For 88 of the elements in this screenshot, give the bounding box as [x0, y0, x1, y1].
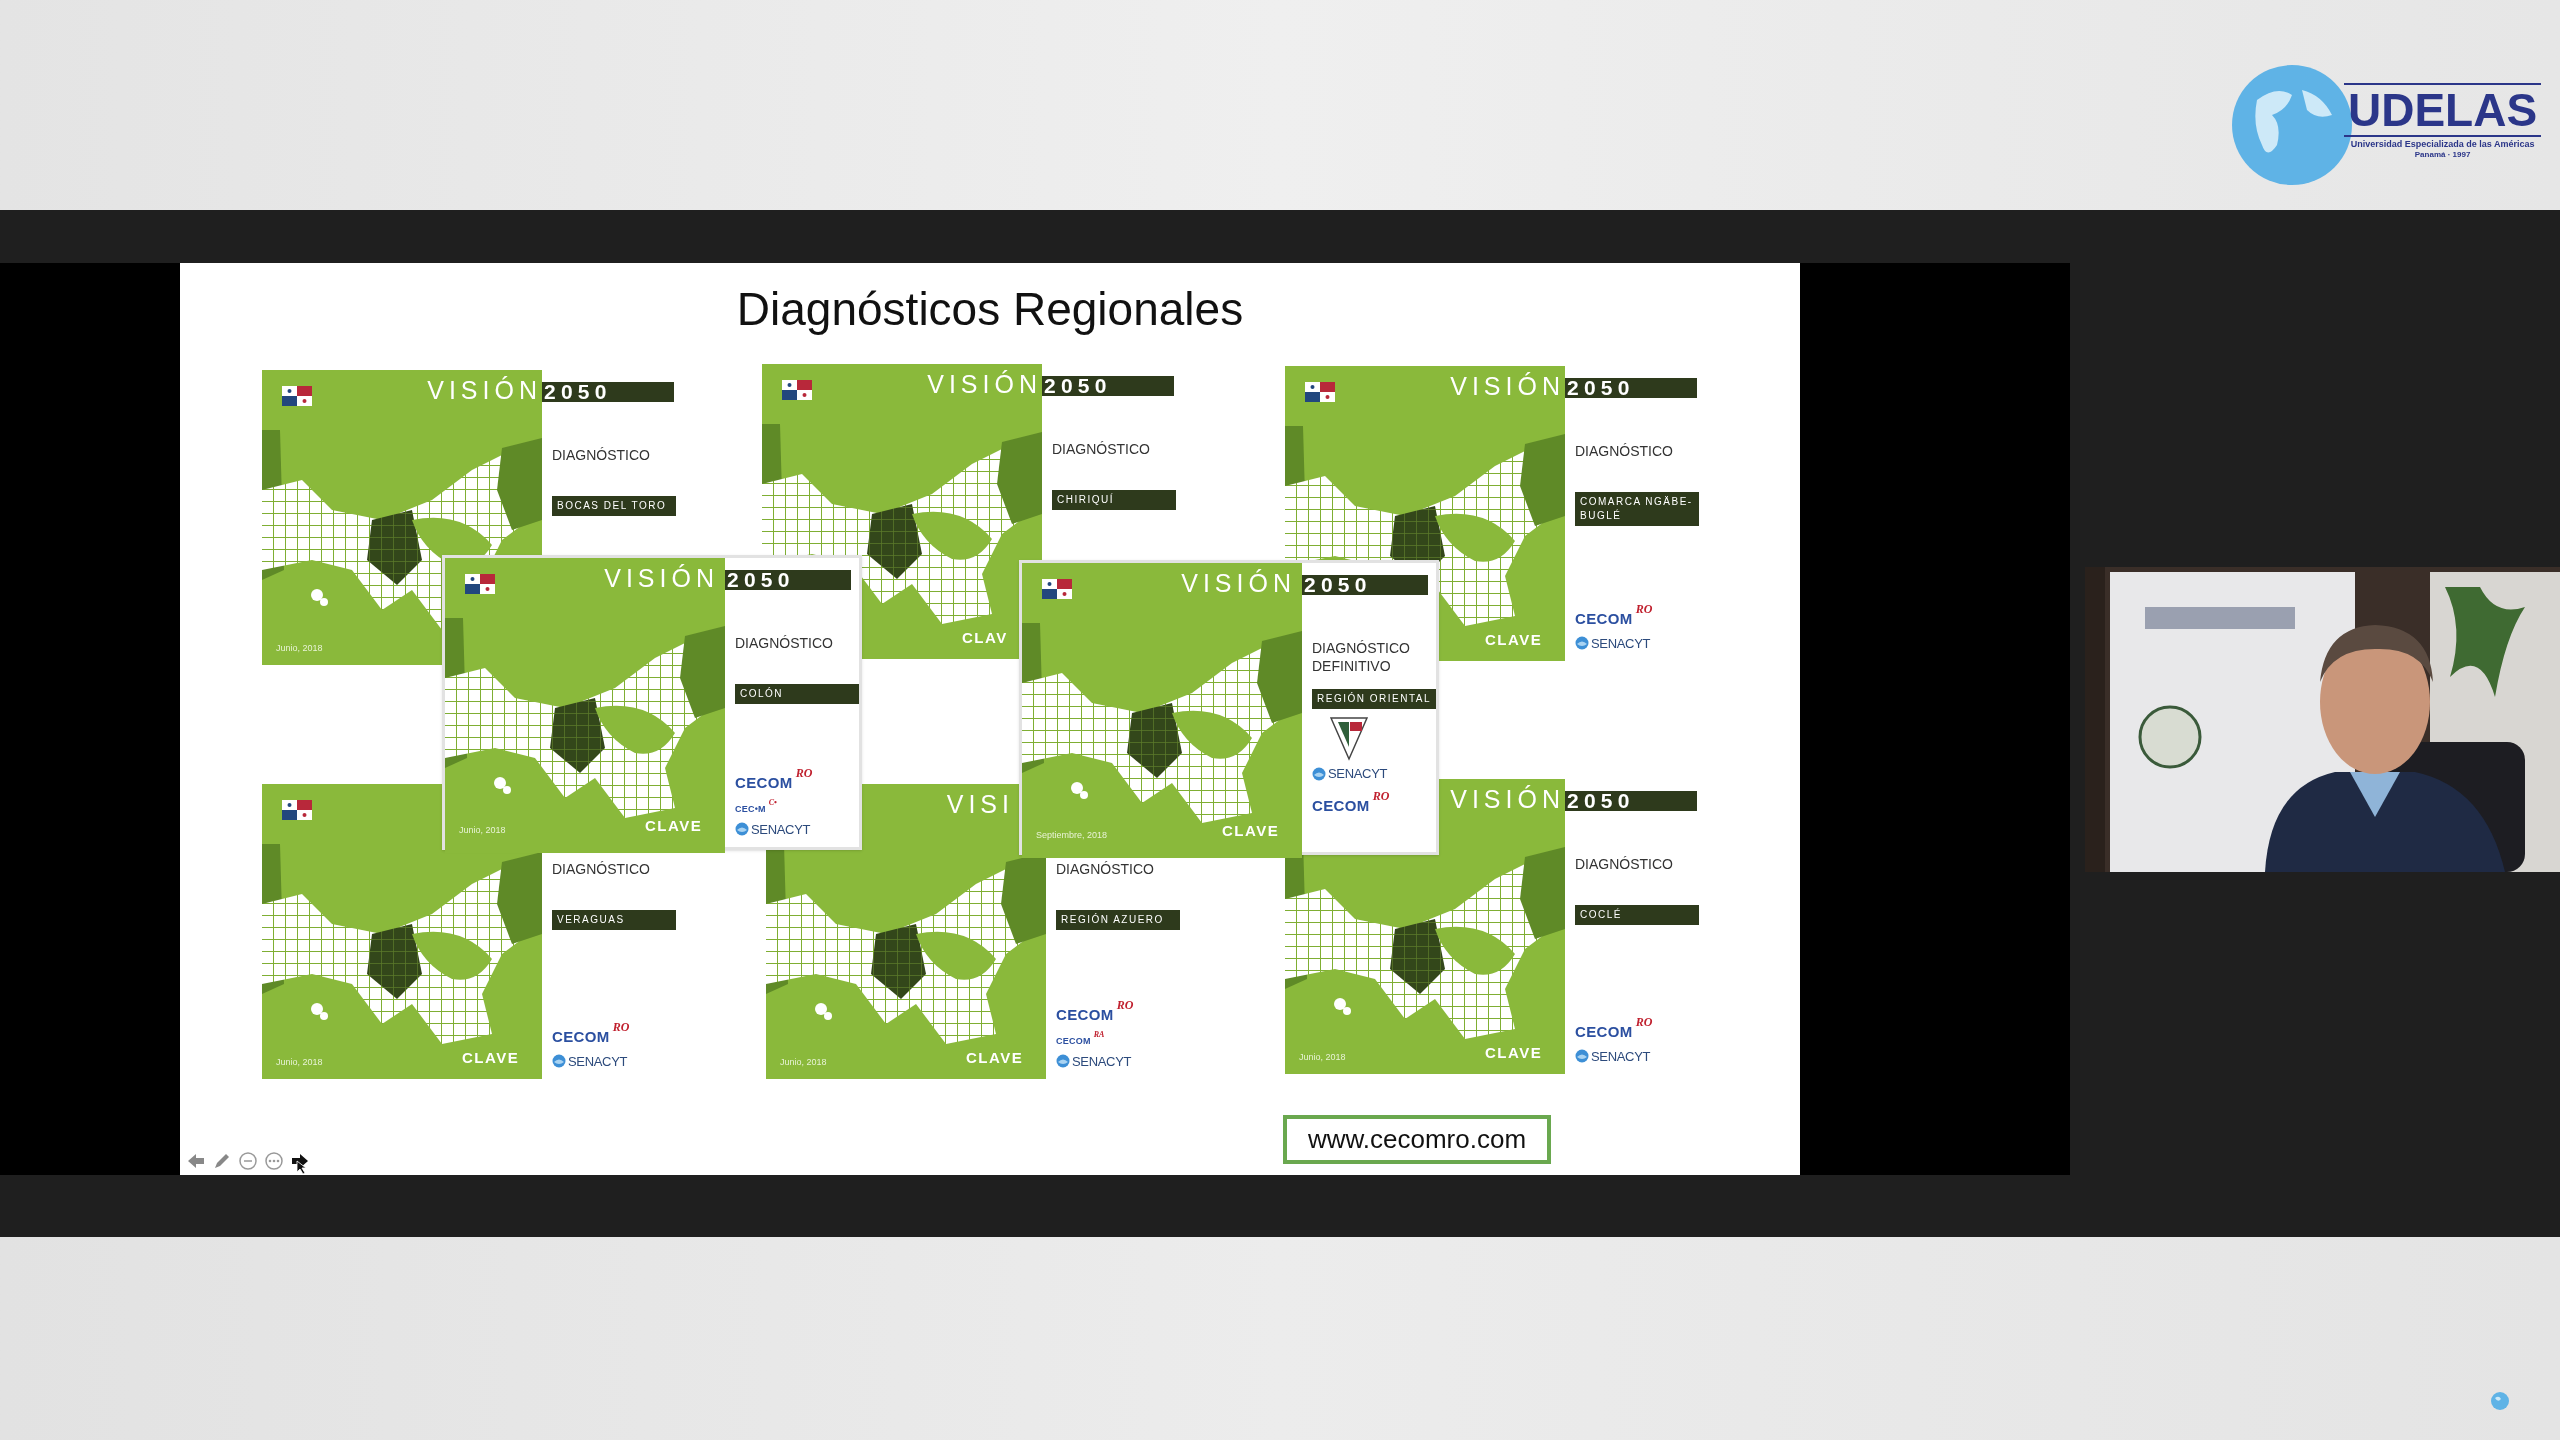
logo-suffix: RO [1635, 1014, 1653, 1031]
region-label: COMARCA NGÄBE-BUGLÉ [1575, 492, 1699, 526]
cover-title: VISIÓN [1450, 371, 1565, 402]
pen-icon[interactable] [212, 1151, 232, 1171]
cover-title: VISI [946, 789, 1014, 820]
cover-title: VISIÓN [604, 563, 719, 594]
cover-date: Junio, 2018 [459, 823, 506, 837]
globe-icon [1575, 1049, 1589, 1064]
cover-date: Junio, 2018 [780, 1055, 827, 1069]
back-arrow-icon[interactable] [186, 1151, 206, 1171]
region-label: COCLÉ [1575, 905, 1699, 925]
publisher-label: CLAVE [966, 1047, 1024, 1068]
flag-icon [782, 380, 812, 400]
publisher-label: CLAVE [645, 815, 703, 836]
logo-suffix: RO [795, 764, 813, 782]
logo-text: SENACYT [1591, 1047, 1651, 1066]
logo-text: CECOM [552, 1027, 610, 1047]
slide-title: Diagnósticos Regionales [735, 282, 1245, 337]
cover-date: Junio, 2018 [276, 641, 323, 655]
region-label: VERAGUAS [552, 910, 676, 930]
cover-year: 2050 [1567, 788, 1635, 814]
logo-text: SENACYT [1072, 1052, 1132, 1071]
flag-icon [282, 800, 312, 820]
logo-text: SENACYT [751, 820, 811, 839]
publisher-label: CLAVE [1485, 629, 1543, 650]
cover-year: 2050 [727, 567, 795, 593]
globe-icon [1312, 766, 1326, 781]
logo-suffix: RO [1635, 601, 1653, 618]
cover-subtitle: DIAGNÓSTICO DEFINITIVO [1312, 639, 1411, 675]
cover-year: 2050 [1044, 373, 1112, 399]
logo-tagline: Panamá · 1997 [2414, 149, 2471, 160]
cover-title: VISIÓN [1181, 568, 1296, 599]
globe-icon [1056, 1054, 1070, 1069]
cover-year: 2050 [544, 379, 612, 405]
cover-subtitle: DIAGNÓSTICO [735, 634, 834, 652]
logo-text: CEC•M [735, 803, 766, 816]
logo-text: UDELAS [2344, 82, 2542, 137]
logo-suffix: RO [612, 1019, 630, 1036]
region-label: COLÓN [735, 684, 859, 704]
region-label: CHIRIQUÍ [1052, 490, 1176, 510]
logo-text: CECOM [1056, 1004, 1114, 1025]
globe-icon [1575, 636, 1589, 651]
flag-icon [1042, 579, 1072, 599]
cover-subtitle: DIAGNÓSTICO [552, 860, 651, 878]
cover-title: VISIÓN [1450, 784, 1565, 815]
logo-text: CECOM [735, 772, 793, 793]
cover-title: VISIÓN [927, 369, 1042, 400]
cover-subtitle: DIAGNÓSTICO [1056, 860, 1155, 878]
flag-icon [282, 386, 312, 406]
url-label: www.cecomro.com [1283, 1115, 1551, 1164]
logo-text: CECOM [1575, 1022, 1633, 1042]
globe-icon [2490, 1391, 2510, 1411]
publisher-label: CLAVE [462, 1047, 520, 1068]
flag-icon [465, 574, 495, 594]
flag-icon [1305, 382, 1335, 402]
region-label: BOCAS DEL TORO [552, 496, 676, 516]
cover-year: 2050 [1567, 375, 1635, 401]
logo-text: CECOM [1312, 795, 1370, 816]
logo-text: SENACYT [1328, 765, 1388, 783]
publisher-label: CLAVE [1222, 820, 1280, 841]
cover-subtitle: DIAGNÓSTICO [1575, 442, 1674, 460]
cover-date: Junio, 2018 [1299, 1050, 1346, 1064]
logo-tagline: Universidad Especializada de las Américas [2350, 138, 2535, 150]
region-label: REGIÓN ORIENTAL [1312, 689, 1436, 709]
region-label: REGIÓN AZUERO [1056, 910, 1180, 930]
globe-icon [735, 822, 749, 837]
logo-text: CECOM [1056, 1035, 1091, 1048]
cover-date: Septiembre, 2018 [1036, 828, 1108, 842]
zoom-icon[interactable] [238, 1151, 258, 1171]
logo-text: SENACYT [568, 1052, 628, 1071]
globe-icon [2232, 65, 2352, 185]
logo-text: CECOM [1575, 609, 1633, 629]
shield-icon [1330, 717, 1368, 761]
logo-suffix: RO [1372, 787, 1390, 805]
cover-subtitle: DIAGNÓSTICO [1052, 440, 1151, 458]
logo-text: SENACYT [1591, 634, 1651, 653]
cover-subtitle: DIAGNÓSTICO [552, 446, 651, 464]
cover-title: VISIÓN [427, 375, 542, 406]
globe-icon [552, 1054, 566, 1069]
more-icon[interactable] [264, 1151, 284, 1171]
publisher-label: CLAV [962, 627, 1008, 648]
logo-suffix: RO [1116, 996, 1134, 1014]
cover-subtitle: DIAGNÓSTICO [1575, 855, 1674, 873]
cover-year: 2050 [1304, 572, 1372, 598]
cover-date: Junio, 2018 [276, 1055, 323, 1069]
logo-suffix: RA [1093, 1029, 1105, 1041]
logo-suffix: C• [768, 797, 777, 809]
publisher-label: CLAVE [1485, 1042, 1543, 1063]
